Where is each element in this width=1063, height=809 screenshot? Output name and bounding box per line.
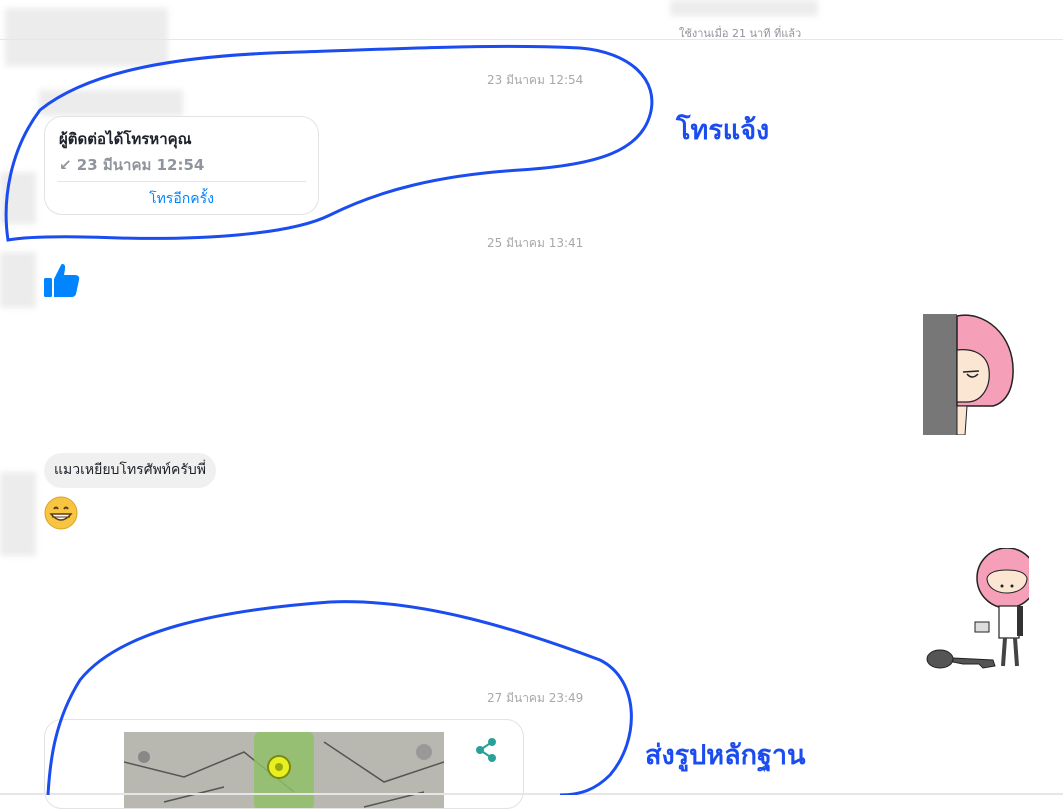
annotation-text-evidence: ส่งรูปหลักฐาน [645,740,806,771]
annotation-text-call: โทรแจ้ง [676,115,770,146]
annotation-circle-top [4,44,654,795]
